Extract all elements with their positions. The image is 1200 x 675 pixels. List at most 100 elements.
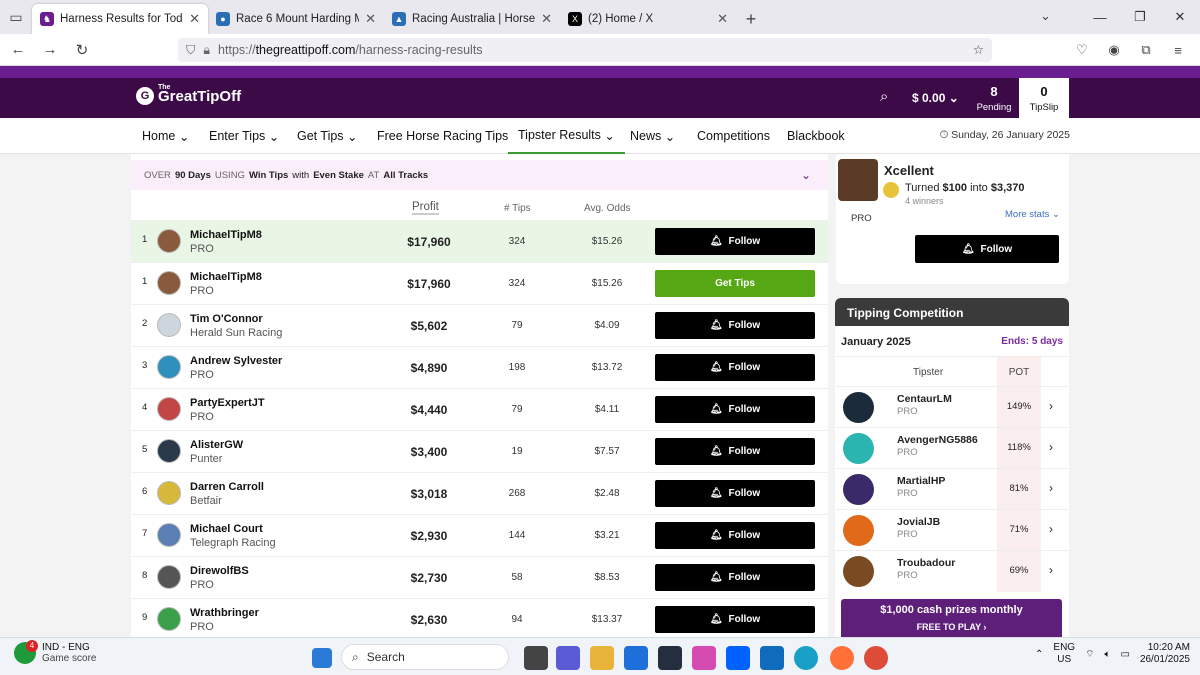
tipster-name[interactable]: Michael Court — [190, 523, 263, 535]
close-tab-icon[interactable]: ✕ — [365, 11, 376, 27]
table-row[interactable]: 7 Michael Court Telegraph Racing $2,930 144 $… — [131, 514, 828, 556]
tipster-name[interactable]: MichaelTipM8 — [190, 229, 262, 241]
bookmark-star-icon[interactable]: ☆ — [973, 42, 984, 57]
wifi-icon[interactable]: ⌔ — [1085, 648, 1094, 661]
pending-button[interactable]: 8 Pending — [970, 78, 1018, 118]
avatar[interactable] — [157, 481, 181, 505]
nav-get-tips[interactable]: Get Tips ⌄ — [297, 118, 358, 154]
follow-button[interactable]: 🔔︎ Follow — [655, 522, 815, 549]
follow-button[interactable]: 🔔︎ Follow — [655, 606, 815, 633]
follow-button[interactable]: 🔔︎ Follow — [655, 564, 815, 591]
browser-tab-2[interactable]: ● Race 6 Mount Harding Molly M ✕ — [208, 4, 384, 34]
avatar[interactable] — [157, 523, 181, 547]
chevron-right-icon[interactable]: › — [1049, 563, 1053, 577]
new-tab-button[interactable]: + — [736, 4, 766, 34]
clock[interactable]: 10:20 AM 26/01/2025 — [1140, 642, 1190, 666]
follow-button[interactable]: 🔔︎ Follow — [915, 235, 1059, 263]
avatar[interactable] — [157, 271, 181, 295]
table-row[interactable]: 4 PartyExpertJT PRO $4,440 79 $4.11 🔔︎ Follow — [131, 388, 828, 430]
account-icon[interactable]: ◉ — [1100, 38, 1128, 62]
tab-list-icon[interactable]: ▭ — [0, 0, 32, 34]
table-row[interactable]: 5 AlisterGW Punter $3,400 19 $7.57 🔔︎ Follow — [131, 430, 828, 472]
close-window-icon[interactable]: ✕ — [1160, 0, 1200, 34]
close-tab-icon[interactable]: ✕ — [189, 11, 200, 27]
promo-cta[interactable]: FREE TO PLAY › — [841, 622, 1062, 632]
follow-button[interactable]: 🔔︎ Follow — [655, 396, 815, 423]
chevron-right-icon[interactable]: › — [1049, 522, 1053, 536]
chevron-down-icon[interactable]: ⌄ — [801, 168, 811, 182]
avatar[interactable] — [157, 355, 181, 379]
more-stats-link[interactable]: More stats ⌄ — [1005, 209, 1060, 220]
avatar[interactable] — [843, 556, 874, 587]
competitor-name[interactable]: JovialJB — [897, 516, 940, 528]
chrome-icon[interactable] — [864, 646, 888, 670]
avatar[interactable] — [843, 433, 874, 464]
table-row[interactable]: 6 Darren Carroll Betfair $3,018 268 $2.48 🔔︎ Fo… — [131, 472, 828, 514]
close-tab-icon[interactable]: ✕ — [717, 11, 728, 27]
nav-free-tips[interactable]: Free Horse Racing Tips — [377, 118, 508, 154]
pocket-icon[interactable]: ♡ — [1068, 38, 1096, 62]
follow-button[interactable]: 🔔︎ Follow — [655, 228, 815, 255]
back-arrow-icon[interactable]: ← — [4, 36, 32, 64]
avatar[interactable] — [157, 565, 181, 589]
competition-row[interactable]: Troubadour PRO 69% › — [835, 550, 1069, 592]
browser-tab-3[interactable]: ▲ Racing Australia | Horse Racing ✕ — [384, 4, 560, 34]
follow-button[interactable]: 🔔︎ Follow — [655, 480, 815, 507]
follow-button[interactable]: 🔔︎ Follow — [655, 312, 815, 339]
avatar[interactable] — [843, 515, 874, 546]
chevron-right-icon[interactable]: › — [1049, 481, 1053, 495]
competition-row[interactable]: JovialJB PRO 71% › — [835, 509, 1069, 551]
tipster-name[interactable]: Wrathbringer — [190, 607, 259, 619]
follow-button[interactable]: 🔔︎ Follow — [655, 438, 815, 465]
dropbox-icon[interactable] — [726, 646, 750, 670]
amazon-icon[interactable] — [658, 646, 682, 670]
table-row[interactable]: 8 DirewolfBS PRO $2,730 58 $8.53 🔔︎ Follow — [131, 556, 828, 598]
table-row[interactable]: 2 Tim O'Connor Herald Sun Racing $5,602 79 $4… — [131, 304, 828, 346]
shield-icon[interactable]: ⛉ — [186, 43, 195, 58]
competitor-name[interactable]: AvengerNG5886 — [897, 434, 978, 446]
avatar[interactable] — [157, 313, 181, 337]
chevron-up-icon[interactable]: ⌃ — [1035, 649, 1043, 660]
chevron-down-icon[interactable]: ⌄ — [1040, 8, 1051, 24]
avatar[interactable] — [157, 607, 181, 631]
outlook-icon[interactable] — [760, 646, 784, 670]
competitor-name[interactable]: MartialHP — [897, 475, 945, 487]
avatar[interactable] — [843, 474, 874, 505]
follow-button[interactable]: 🔔︎ Follow — [655, 354, 815, 381]
tipster-name[interactable]: Darren Carroll — [190, 481, 264, 493]
browser-tab-1[interactable]: ♞ Harness Results for Today & Yes ✕ — [32, 4, 208, 34]
competitor-name[interactable]: CentaurLM — [897, 393, 952, 405]
competitor-name[interactable]: Troubadour — [897, 557, 955, 569]
menu-icon[interactable]: ≡ — [1164, 38, 1192, 62]
extensions-icon[interactable]: ⧉ — [1132, 38, 1160, 62]
tipster-name[interactable]: Tim O'Connor — [190, 313, 263, 325]
col-odds[interactable]: Avg. Odds — [584, 203, 631, 214]
balance-dropdown[interactable]: $ 0.00 ⌄ — [912, 91, 959, 105]
nav-tipster-results[interactable]: Tipster Results ⌄ — [508, 118, 625, 154]
nav-enter-tips[interactable]: Enter Tips ⌄ — [209, 118, 279, 154]
lock-icon[interactable]: 🔒︎ — [203, 43, 210, 58]
get-tips-button[interactable]: Get Tips — [655, 270, 815, 297]
battery-icon[interactable]: ▭ — [1120, 649, 1129, 660]
competition-row[interactable]: CentaurLM PRO 149% › — [835, 386, 1069, 428]
widgets-button[interactable]: 4 IND - ENG Game score — [14, 640, 96, 664]
restore-icon[interactable]: ❐ — [1120, 0, 1160, 34]
chevron-right-icon[interactable]: › — [1049, 399, 1053, 413]
tipslip-button[interactable]: 0 TipSlip — [1019, 78, 1069, 118]
start-icon[interactable] — [312, 648, 332, 668]
tipster-name[interactable]: AlisterGW — [190, 439, 243, 451]
col-tips[interactable]: # Tips — [504, 203, 531, 214]
browser-tab-4[interactable]: X (2) Home / X ✕ — [560, 4, 736, 34]
firefox-icon[interactable] — [830, 646, 854, 670]
site-logo[interactable]: G The GreatTipOff — [136, 84, 241, 105]
tipster-name[interactable]: MichaelTipM8 — [190, 271, 262, 283]
speaker-icon[interactable]: 🔈︎ — [1104, 649, 1110, 660]
tipster-name[interactable]: DirewolfBS — [190, 565, 249, 577]
table-row[interactable]: 3 Andrew Sylvester PRO $4,890 198 $13.72 🔔︎ Fol… — [131, 346, 828, 388]
taskbar-search[interactable]: ⌕ Search — [341, 644, 509, 670]
nav-home[interactable]: Home ⌄ — [142, 118, 189, 154]
avatar[interactable] — [843, 392, 874, 423]
search-icon[interactable]: ⌕ — [880, 88, 888, 105]
nav-news[interactable]: News ⌄ — [630, 118, 675, 154]
minimize-icon[interactable]: — — [1080, 0, 1120, 34]
